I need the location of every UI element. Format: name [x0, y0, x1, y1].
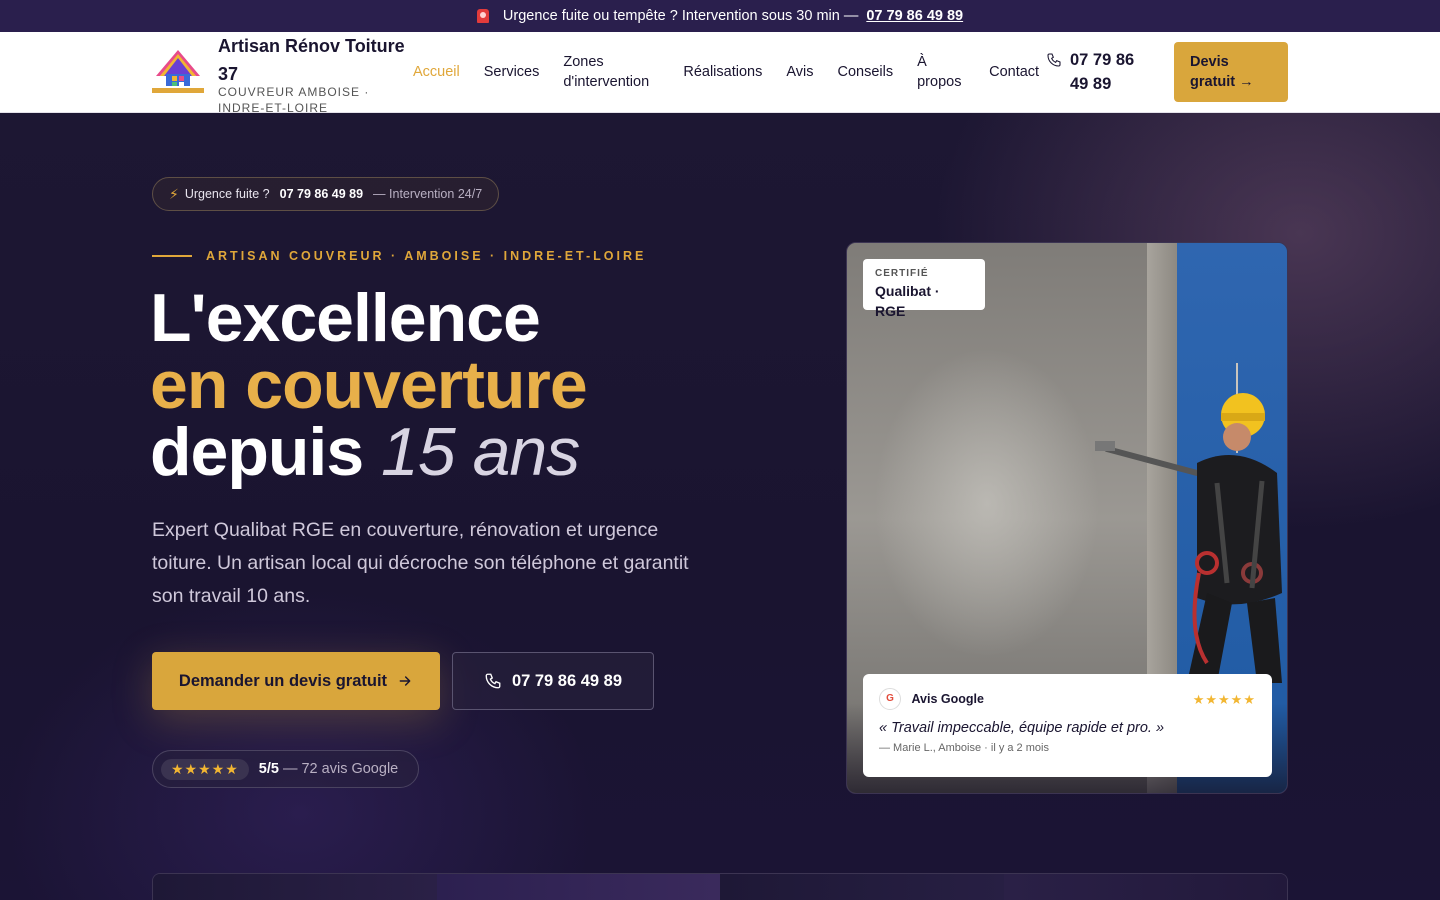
- header-phone-number: 07 79 86 49 89: [1070, 51, 1135, 93]
- site-header: Artisan Rénov Toiture 37 COUVREUR AMBOIS…: [0, 32, 1440, 115]
- headline-line-3-bold: depuis: [150, 414, 364, 490]
- rating-stars-icon: ★★★★★: [161, 758, 249, 780]
- review-source: Avis Google: [911, 692, 984, 706]
- nav-realisations[interactable]: Réalisations: [683, 62, 762, 82]
- alarm-icon: [476, 9, 489, 23]
- strip-tile[interactable]: [720, 874, 1004, 900]
- headline-line-1: L'excellence: [150, 280, 541, 356]
- eyebrow-text: ARTISAN COUVREUR · AMBOISE · INDRE-ET-LO…: [206, 249, 647, 263]
- hero-section: ⚡ Urgence fuite ? 07 79 86 49 89 — Inter…: [0, 113, 1440, 900]
- nav-services[interactable]: Services: [484, 62, 540, 82]
- google-rating-pill[interactable]: ★★★★★ 5/5 — 72 avis Google: [152, 750, 420, 788]
- hero-headline: L'excellence en couverture depuis 15 ans: [150, 280, 588, 486]
- pill-label: Urgence fuite ?: [184, 187, 270, 201]
- main-nav: Accueil Services Zones d'intervention Ré…: [413, 32, 1039, 112]
- google-icon: G: [879, 688, 901, 710]
- nav-accueil[interactable]: Accueil: [413, 62, 460, 82]
- urgent-topbar: Urgence fuite ou tempête ? Intervention …: [0, 0, 1440, 32]
- nav-a-propos[interactable]: À propos: [917, 52, 965, 92]
- nav-avis[interactable]: Avis: [786, 62, 813, 82]
- arrow-right-icon: [399, 676, 411, 686]
- badge-big: Qualibat · RGE: [875, 283, 940, 319]
- hero-lead: Expert Qualibat RGE en couverture, rénov…: [152, 519, 689, 607]
- nav-contact[interactable]: Contact: [989, 62, 1039, 82]
- topbar-message: Urgence fuite ou tempête ? Intervention …: [502, 8, 859, 24]
- eyebrow-line: [152, 255, 192, 257]
- services-strip: [152, 873, 1288, 900]
- badge-small: CERTIFIÉ: [875, 268, 929, 279]
- pill-note: — Intervention 24/7: [373, 187, 483, 201]
- nav-zones[interactable]: Zones d'intervention: [563, 52, 659, 92]
- headline-line-3: depuis 15 ans: [150, 418, 587, 486]
- pill-phone: 07 79 86 49 89: [279, 187, 364, 201]
- demander-devis-label: Demander un devis gratuit: [178, 671, 388, 690]
- brand-subtitle: COUVREUR AMBOISE · INDRE-ET-LOIRE: [218, 85, 370, 115]
- call-phone-label: 07 79 86 49 89: [511, 671, 623, 690]
- review-stars-icon: ★★★★★: [1192, 692, 1256, 707]
- headline-line-2: en couverture: [150, 347, 588, 423]
- urgence-pill[interactable]: ⚡ Urgence fuite ? 07 79 86 49 89 — Inter…: [152, 177, 500, 211]
- strip-tile[interactable]: [153, 874, 437, 900]
- strip-tile[interactable]: [1003, 874, 1287, 900]
- phone-icon: [1047, 53, 1061, 67]
- hero-eyebrow: ARTISAN COUVREUR · AMBOISE · INDRE-ET-LO…: [152, 249, 646, 263]
- brand-title[interactable]: Artisan Rénov Toiture 37: [218, 32, 418, 88]
- review-author: — Marie L., Amboise · il y a 2 mois: [879, 742, 1049, 754]
- strip-tile[interactable]: [436, 874, 720, 900]
- qualibat-badge: CERTIFIÉ Qualibat · RGE: [863, 259, 985, 319]
- nav-conseils[interactable]: Conseils: [838, 62, 894, 82]
- phone-icon: [485, 673, 501, 689]
- header-phone-link[interactable]: 07 79 86 49 89: [1046, 48, 1150, 96]
- worker-illustration: [1095, 363, 1282, 683]
- topbar-phone-link[interactable]: 07 79 86 49 89: [866, 8, 963, 24]
- demander-devis-button[interactable]: Demander un devis gratuit: [152, 652, 440, 710]
- bolt-icon: ⚡: [169, 185, 179, 202]
- call-phone-button[interactable]: 07 79 86 49 89: [452, 652, 654, 710]
- rating-count: — 72 avis Google: [282, 761, 399, 777]
- google-review-card: G Avis Google ★★★★★ « Travail impeccable…: [863, 674, 1272, 777]
- rating-score: 5/5: [258, 761, 279, 777]
- review-quote: « Travail impeccable, équipe rapide et p…: [879, 720, 1165, 736]
- headline-line-3-italic: 15 ans: [381, 414, 580, 490]
- devis-gratuit-button[interactable]: Devis gratuit →: [1174, 42, 1288, 102]
- logo-icon[interactable]: [152, 48, 204, 96]
